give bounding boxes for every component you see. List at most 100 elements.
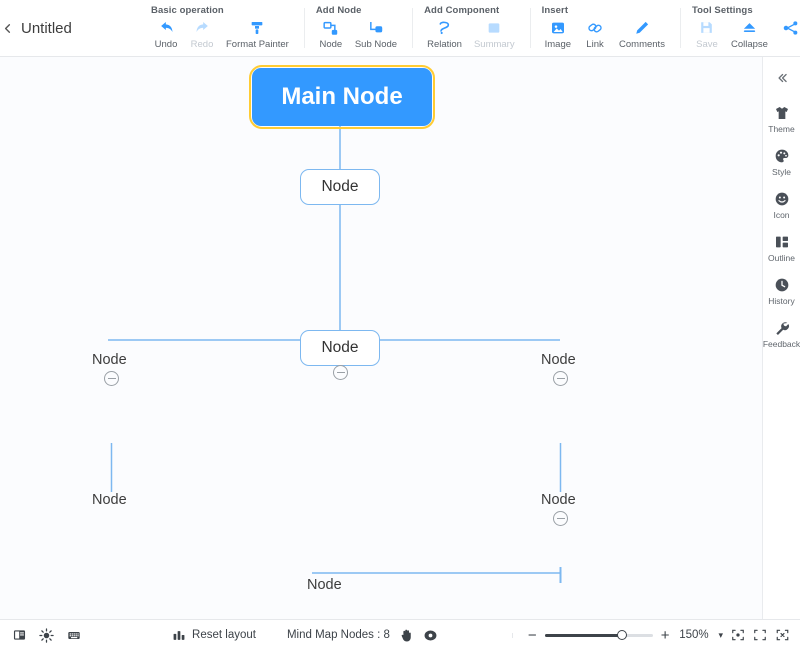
clock-icon <box>774 276 790 293</box>
node-4[interactable]: Node <box>541 352 576 368</box>
add-node-button[interactable]: Node <box>314 18 348 50</box>
tool-label: Image <box>544 39 572 50</box>
relation-arrow-icon <box>437 19 453 36</box>
redo-button[interactable]: Redo <box>185 18 219 50</box>
insert-image-button[interactable]: Image <box>540 18 576 50</box>
sidebar-item-label: History <box>768 296 795 306</box>
collapse-toggle-node-2[interactable] <box>333 365 348 380</box>
smiley-face-icon <box>774 190 790 207</box>
group-title: Insert <box>541 5 569 16</box>
summary-button[interactable]: Summary <box>469 18 520 50</box>
palette-icon <box>774 147 790 164</box>
sidebar-item-feedback[interactable]: Feedback <box>763 319 800 349</box>
sidebar-item-icon[interactable]: Icon <box>763 190 800 220</box>
add-sub-node-button[interactable]: Sub Node <box>350 18 402 50</box>
hand-tool-icon[interactable] <box>399 628 414 643</box>
zoom-in-button[interactable]: + <box>661 628 670 643</box>
toolbar-group-add-node: Add Node Node Sub Node <box>303 0 412 56</box>
tool-label: Relation <box>427 39 462 50</box>
chevron-down-icon[interactable]: ▾ <box>718 630 723 641</box>
node-3[interactable]: Node <box>92 352 127 368</box>
collapse-icon <box>741 19 758 36</box>
connector-lines <box>108 126 562 583</box>
outline-blocks-icon <box>774 233 790 250</box>
sidebar-item-label: Feedback <box>762 339 800 349</box>
tool-label: Format Painter <box>226 39 289 50</box>
sidebar-item-label: Outline <box>768 253 795 263</box>
zoom-slider[interactable] <box>544 628 653 642</box>
reset-layout-label: Reset layout <box>192 629 256 641</box>
reset-layout-button[interactable]: Reset layout <box>172 629 256 642</box>
tool-label: Comments <box>619 39 665 50</box>
node-6[interactable]: Node <box>541 492 576 508</box>
tool-label: Save <box>696 39 718 50</box>
pointer-mode-icon[interactable] <box>423 628 438 643</box>
format-painter-icon <box>249 19 265 36</box>
undo-arrow-icon <box>158 19 175 36</box>
root-node[interactable]: Main Node <box>252 68 432 126</box>
sidebar-item-history[interactable]: History <box>763 276 800 306</box>
node-7[interactable]: Node <box>307 577 342 593</box>
save-button[interactable]: Save <box>690 18 724 50</box>
slider-knob[interactable] <box>616 630 627 640</box>
tool-label: Redo <box>190 39 214 50</box>
tool-label: Link <box>586 39 604 50</box>
reset-layout-icon <box>173 630 185 640</box>
tool-label: Undo <box>154 39 178 50</box>
fullscreen-icon[interactable] <box>775 628 790 642</box>
document-title[interactable]: Untitled <box>15 0 115 56</box>
collapse-toggle-node-6[interactable] <box>553 511 568 526</box>
tool-label: Collapse <box>730 39 768 50</box>
collapse-button[interactable]: Collapse <box>726 18 773 50</box>
sidebar-item-outline[interactable]: Outline <box>763 233 800 263</box>
zoom-level-value[interactable]: 150% <box>677 629 710 641</box>
group-title: Add Component <box>424 5 500 16</box>
undo-button[interactable]: Undo <box>149 18 183 50</box>
summary-bracket-icon <box>486 19 502 36</box>
center-focus-icon[interactable] <box>731 628 745 642</box>
link-chain-icon <box>587 19 603 36</box>
sidebar-item-style[interactable]: Style <box>763 147 800 177</box>
toolbar-group-basic-operation: Basic operation Undo Redo Format Painter <box>139 0 304 56</box>
add-node-icon <box>322 19 339 36</box>
redo-arrow-icon <box>194 19 211 36</box>
tool-label: Summary <box>473 39 515 50</box>
save-disk-icon <box>699 19 714 36</box>
format-painter-button[interactable]: Format Painter <box>221 18 294 50</box>
right-sidebar: Theme Style Icon Outline History Feedbac… <box>762 57 800 619</box>
node-count-label: Mind Map Nodes : 8 <box>286 629 390 641</box>
node-2[interactable]: Node <box>300 330 380 366</box>
insert-link-button[interactable]: Link <box>578 18 612 50</box>
toolbar-group-insert: Insert Image Link Comments <box>529 0 680 56</box>
add-sub-node-icon <box>367 19 384 36</box>
status-bar: Reset layout Mind Map Nodes : 8 − + 150%… <box>0 619 800 650</box>
group-title: Basic operation <box>151 5 224 16</box>
keyboard-icon[interactable] <box>66 629 82 642</box>
image-icon <box>550 19 566 36</box>
collapse-toggle-node-4[interactable] <box>553 371 568 386</box>
share-nodes-icon <box>783 21 798 35</box>
sidebar-item-label: Theme <box>768 124 795 134</box>
mindmap-canvas[interactable]: Main Node Node Node Node Node Node Node … <box>0 57 762 619</box>
notes-panel-icon[interactable] <box>12 628 27 642</box>
comments-button[interactable]: Comments <box>614 18 670 50</box>
chevron-left-icon <box>4 23 11 33</box>
collapse-toggle-node-3[interactable] <box>104 371 119 386</box>
toolbar-group-tool-settings: Tool Settings Save Collapse <box>679 0 783 56</box>
relation-button[interactable]: Relation <box>422 18 467 50</box>
brightness-icon[interactable] <box>39 627 54 643</box>
toolbar-group-add-component: Add Component Relation Summary <box>412 0 530 56</box>
sidebar-collapse-button[interactable] <box>774 67 790 104</box>
zoom-out-button[interactable]: − <box>528 628 537 643</box>
back-button[interactable] <box>0 0 15 56</box>
node-5[interactable]: Node <box>92 492 127 508</box>
sidebar-item-label: Style <box>772 167 791 177</box>
group-title: Tool Settings <box>691 5 753 16</box>
fit-screen-icon[interactable] <box>753 628 767 642</box>
double-chevron-right-icon <box>777 73 787 83</box>
top-toolbar: Untitled Basic operation Undo Redo Forma… <box>0 0 800 57</box>
comment-pencil-icon <box>634 19 650 36</box>
share-button[interactable]: Share <box>783 20 800 36</box>
node-1[interactable]: Node <box>300 169 380 205</box>
sidebar-item-theme[interactable]: Theme <box>763 104 800 134</box>
